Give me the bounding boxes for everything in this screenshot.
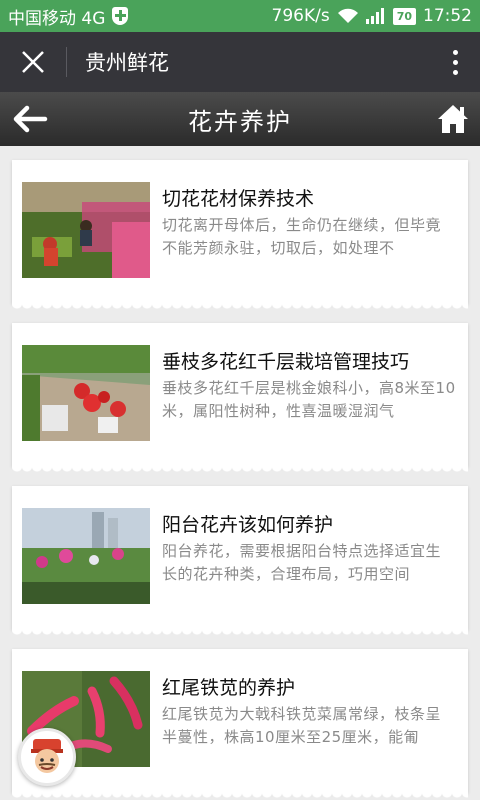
article-title: 红尾铁苋的养护 bbox=[162, 677, 296, 699]
page-title: 花卉养护 bbox=[188, 107, 292, 136]
article-card[interactable]: 红尾铁苋的养护 红尾铁苋为大戟科铁苋菜属常绿，枝条呈半蔓性，株高10厘米至25厘… bbox=[12, 649, 468, 799]
close-button[interactable] bbox=[0, 32, 66, 92]
home-button[interactable] bbox=[436, 102, 470, 136]
battery-icon: 70 bbox=[392, 7, 416, 25]
article-summary: 红尾铁苋为大戟科铁苋菜属常绿，枝条呈半蔓性，株高10厘米至25厘米，能匍 bbox=[162, 705, 442, 746]
article-card[interactable]: 切花花材保养技术 切花离开母体后，生命仍在继续，但毕竟不能芳颜永驻，切取后，如处… bbox=[12, 160, 468, 310]
arrow-left-icon bbox=[13, 105, 48, 133]
wechat-title: 贵州鲜花 bbox=[85, 51, 169, 75]
signal-icon bbox=[365, 8, 384, 24]
back-button[interactable] bbox=[12, 104, 48, 134]
article-card[interactable]: 阳台花卉该如何养护 阳台养花，需要根据阳台特点选择适宜生长的花卉种类，合理布局，… bbox=[12, 486, 468, 636]
status-bar: 中国移动 4G 796K/s 70 17:52 bbox=[0, 0, 480, 32]
more-dot bbox=[452, 69, 458, 75]
article-title: 垂枝多花红千层栽培管理技巧 bbox=[162, 351, 410, 373]
app-header: 花卉养护 bbox=[0, 92, 480, 146]
article-summary: 切花离开母体后，生命仍在继续，但毕竟不能芳颜永驻，切取后，如处理不 bbox=[162, 216, 442, 257]
floating-service-button[interactable] bbox=[18, 728, 76, 786]
more-dot bbox=[452, 59, 458, 65]
article-card[interactable]: 垂枝多花红千层栽培管理技巧 垂枝多花红千层是桃金娘科小，高8米至10米，属阳性树… bbox=[12, 323, 468, 473]
more-button[interactable] bbox=[430, 49, 480, 75]
carrier-text: 中国移动 4G bbox=[8, 8, 106, 29]
article-thumbnail bbox=[22, 345, 150, 441]
divider bbox=[66, 47, 67, 77]
clock: 17:52 bbox=[423, 6, 472, 26]
security-shield-icon bbox=[112, 7, 129, 25]
mascot-icon bbox=[31, 739, 63, 773]
article-summary: 阳台养花，需要根据阳台特点选择适宜生长的花卉种类，合理布局，巧用空间 bbox=[162, 542, 442, 583]
wechat-title-bar: 贵州鲜花 bbox=[0, 32, 480, 92]
article-thumbnail bbox=[22, 508, 150, 604]
article-title: 切花花材保养技术 bbox=[162, 188, 315, 210]
close-icon bbox=[22, 51, 44, 73]
article-title: 阳台花卉该如何养护 bbox=[162, 514, 334, 536]
network-speed: 796K/s bbox=[271, 6, 330, 26]
wifi-icon bbox=[337, 8, 358, 23]
home-icon bbox=[438, 105, 468, 133]
more-vertical-icon bbox=[452, 49, 458, 55]
article-thumbnail bbox=[22, 182, 150, 278]
article-summary: 垂枝多花红千层是桃金娘科小，高8米至10米，属阳性树种，性喜温暖湿润气 bbox=[162, 379, 456, 420]
